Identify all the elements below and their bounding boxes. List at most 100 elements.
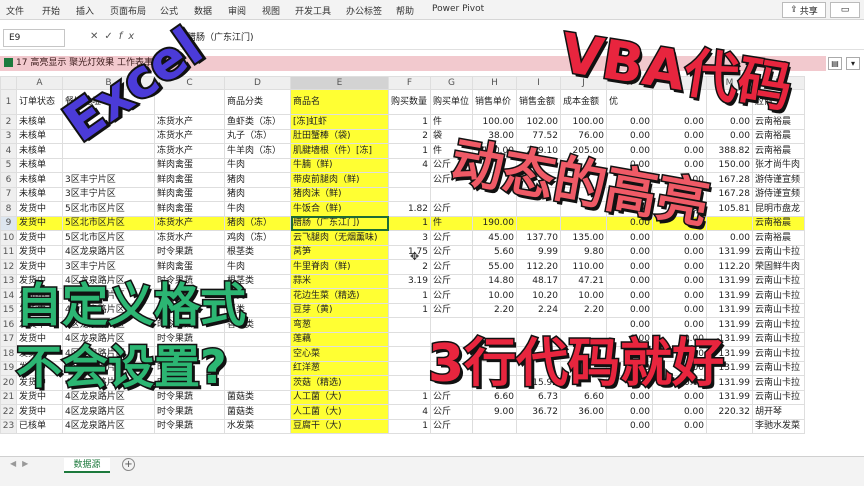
table-cell[interactable] bbox=[388, 186, 431, 202]
row-header[interactable]: 19 bbox=[0, 360, 17, 376]
table-cell[interactable]: 0.00 bbox=[606, 273, 653, 289]
table-cell[interactable]: 4 bbox=[388, 404, 431, 420]
table-cell[interactable]: 花边生菜（精选) bbox=[290, 288, 389, 304]
table-cell[interactable]: 未核单 bbox=[16, 128, 63, 144]
table-cell[interactable]: 3区丰宁片区 bbox=[62, 172, 155, 188]
table-cell[interactable] bbox=[388, 172, 431, 188]
table-cell[interactable]: 冻货水产 bbox=[154, 128, 225, 144]
table-cell[interactable] bbox=[472, 418, 517, 434]
table-cell[interactable]: 人工菌（大) bbox=[290, 404, 389, 420]
table-cell[interactable]: 豆腐干（大) bbox=[290, 418, 389, 434]
table-cell[interactable]: 4区龙泉路片区 bbox=[62, 244, 155, 260]
table-cell[interactable]: 0.00 bbox=[652, 418, 707, 434]
row-header[interactable]: 17 bbox=[0, 331, 17, 347]
table-cell[interactable] bbox=[516, 317, 561, 333]
table-cell[interactable]: 47.21 bbox=[560, 273, 607, 289]
table-cell[interactable] bbox=[224, 346, 291, 362]
table-cell[interactable]: 1 bbox=[388, 215, 431, 231]
table-cell[interactable]: 牛腩（鲜) bbox=[290, 157, 389, 173]
table-cell[interactable]: 1 bbox=[388, 302, 431, 318]
row-header[interactable]: 13 bbox=[0, 273, 17, 289]
table-cell[interactable] bbox=[62, 143, 155, 159]
table-cell[interactable]: 100.00 bbox=[560, 114, 607, 130]
table-cell[interactable]: 0.00 bbox=[652, 404, 707, 420]
table-cell[interactable]: 肚田蟹棒（袋) bbox=[290, 128, 389, 144]
table-cell[interactable]: 豆芽（黄) bbox=[290, 302, 389, 318]
table-cell[interactable]: 131.99 bbox=[706, 302, 753, 318]
table-cell[interactable]: 0.00 bbox=[606, 230, 653, 246]
table-cell[interactable]: 游侍谨宣频 bbox=[752, 172, 805, 188]
row-header[interactable]: 11 bbox=[0, 244, 17, 260]
table-cell[interactable]: 莲藕 bbox=[290, 331, 389, 347]
table-cell[interactable]: 牛羊肉（冻） bbox=[224, 143, 291, 159]
table-cell[interactable]: 100.00 bbox=[472, 114, 517, 130]
table-cell[interactable]: 0.00 bbox=[652, 302, 707, 318]
table-cell[interactable] bbox=[516, 418, 561, 434]
table-cell[interactable]: 0.00 bbox=[652, 273, 707, 289]
table-cell[interactable]: 冻货水产 bbox=[154, 230, 225, 246]
table-cell[interactable]: 2.20 bbox=[560, 302, 607, 318]
table-cell[interactable]: 公斤 bbox=[430, 288, 473, 304]
table-cell[interactable] bbox=[224, 331, 291, 347]
table-cell[interactable]: 肌腱墙根（件）[冻] bbox=[290, 143, 389, 159]
table-cell[interactable] bbox=[560, 215, 607, 231]
table-cell[interactable]: 137.70 bbox=[516, 230, 561, 246]
table-cell[interactable]: 荣固鲜牛肉 bbox=[752, 259, 805, 275]
close-icon[interactable]: ✕ bbox=[90, 31, 104, 42]
table-cell[interactable]: 丸子（冻） bbox=[224, 128, 291, 144]
sheet-nav-arrows[interactable]: ◀▶ bbox=[10, 459, 34, 468]
table-cell[interactable]: 未核单 bbox=[16, 157, 63, 173]
ribbon-tab[interactable]: 插入 bbox=[76, 4, 94, 17]
table-cell[interactable]: 云南裕晨 bbox=[752, 230, 805, 246]
table-cell[interactable]: [冻]虹虾 bbox=[290, 114, 389, 130]
table-cell[interactable]: 102.00 bbox=[516, 114, 561, 130]
table-cell[interactable] bbox=[472, 317, 517, 333]
ribbon-tab[interactable]: 公式 bbox=[160, 4, 178, 17]
table-cell[interactable]: 0.00 bbox=[706, 128, 753, 144]
ribbon-tab[interactable]: 帮助 bbox=[396, 4, 414, 17]
table-cell[interactable]: 5区北市区片区 bbox=[62, 215, 155, 231]
table-cell[interactable]: 4区龙泉路片区 bbox=[62, 404, 155, 420]
table-cell[interactable]: 110.00 bbox=[560, 259, 607, 275]
table-cell[interactable]: 游侍谨宣频 bbox=[752, 186, 805, 202]
table-cell[interactable]: 鲜肉禽蛋 bbox=[154, 259, 225, 275]
table-cell[interactable]: 0.00 bbox=[706, 230, 753, 246]
table-cell[interactable]: 牛肉 bbox=[224, 201, 291, 217]
table-cell[interactable]: 未核单 bbox=[16, 143, 63, 159]
table-cell[interactable]: 未核单 bbox=[16, 186, 63, 202]
table-cell[interactable]: 人工菌（大) bbox=[290, 389, 389, 405]
table-cell[interactable]: 昆明市盘龙 bbox=[752, 201, 805, 217]
table-cell[interactable]: 1 bbox=[388, 288, 431, 304]
table-cell[interactable]: 3区丰宁片区 bbox=[62, 259, 155, 275]
table-cell[interactable]: 2.20 bbox=[472, 302, 517, 318]
table-cell[interactable]: 9.99 bbox=[516, 244, 561, 260]
table-cell[interactable]: 鲜肉禽蛋 bbox=[154, 186, 225, 202]
table-cell[interactable] bbox=[706, 418, 753, 434]
select-all-corner[interactable] bbox=[0, 76, 17, 90]
table-cell[interactable]: 167.28 bbox=[706, 186, 753, 202]
table-cell[interactable]: 莴笋 bbox=[290, 244, 389, 260]
table-cell[interactable]: 0.00 bbox=[606, 302, 653, 318]
table-cell[interactable]: 冻货水产 bbox=[154, 215, 225, 231]
table-header-cell[interactable]: 销售单价 bbox=[472, 89, 517, 115]
row-header[interactable]: 8 bbox=[0, 201, 17, 217]
table-cell[interactable]: 弯葱 bbox=[290, 317, 389, 333]
table-cell[interactable]: 云南山卡拉 bbox=[752, 244, 805, 260]
row-header[interactable]: 7 bbox=[0, 186, 17, 202]
table-cell[interactable] bbox=[430, 317, 473, 333]
table-cell[interactable] bbox=[706, 215, 753, 231]
table-cell[interactable]: 时令果蔬 bbox=[154, 404, 225, 420]
table-cell[interactable]: 茨菇（精选) bbox=[290, 375, 389, 391]
table-cell[interactable]: 105.81 bbox=[706, 201, 753, 217]
table-cell[interactable] bbox=[388, 375, 431, 391]
table-cell[interactable]: 1 bbox=[388, 143, 431, 159]
table-cell[interactable]: 公斤 bbox=[430, 230, 473, 246]
table-cell[interactable]: 未核单 bbox=[16, 114, 63, 130]
table-cell[interactable] bbox=[224, 360, 291, 376]
table-cell[interactable] bbox=[516, 215, 561, 231]
table-cell[interactable]: 时令果蔬 bbox=[154, 418, 225, 434]
table-cell[interactable]: 牛饭合（鲜) bbox=[290, 201, 389, 217]
share-button[interactable]: ⇪ 共享 bbox=[782, 2, 826, 18]
table-cell[interactable]: 未核单 bbox=[16, 172, 63, 188]
document-icon[interactable]: ▤ bbox=[828, 57, 842, 70]
